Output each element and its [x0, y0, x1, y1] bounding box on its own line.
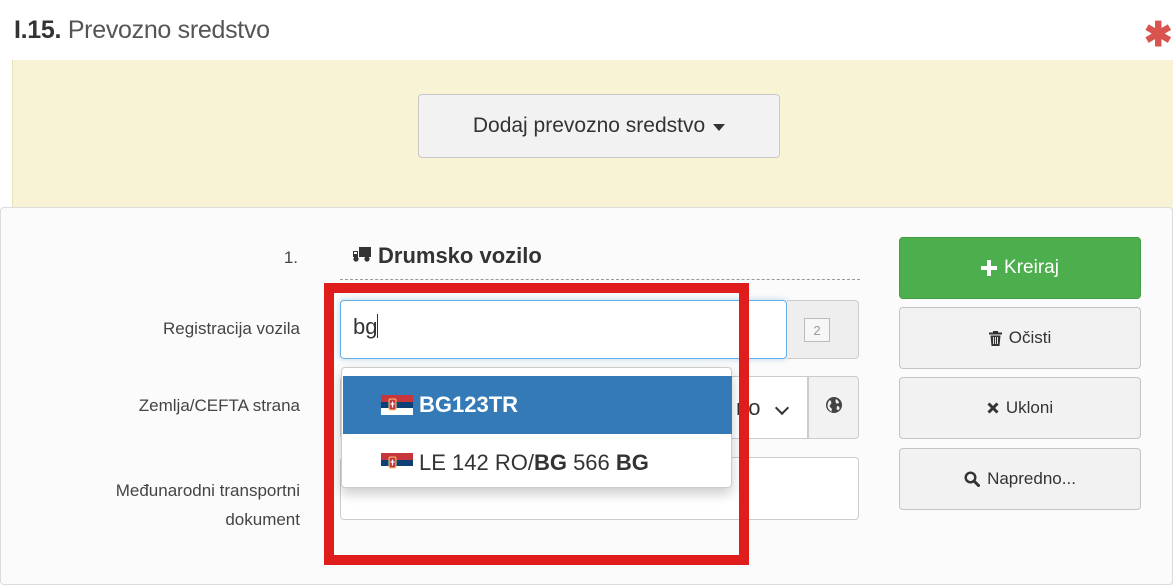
- country-select-value: no: [736, 395, 761, 420]
- entry-index: 1.: [283, 248, 298, 267]
- remove-button[interactable]: Ukloni: [899, 377, 1141, 439]
- suggestion-text-suffix: BG: [615, 450, 649, 475]
- suggestion-text: BG123TR: [419, 392, 519, 417]
- clear-label: Očisti: [1008, 328, 1052, 347]
- intl-document-label: Međunarodni transportni dokument: [40, 476, 300, 534]
- suggestion-item[interactable]: LE 142 RO/BG 566 BG: [343, 434, 732, 492]
- result-count-badge: 2: [804, 318, 830, 342]
- suggestion-text-match: BG: [533, 450, 567, 475]
- plus-icon: [981, 260, 998, 276]
- serbia-flag-icon: [381, 395, 413, 415]
- vehicle-type-label: Drumsko vozilo: [378, 243, 542, 268]
- caret-down-icon: [713, 123, 726, 131]
- close-icon: [987, 402, 999, 414]
- advanced-button[interactable]: Napredno...: [899, 448, 1141, 510]
- truck-icon: [352, 243, 372, 269]
- country-label: Zemlja/CEFTA strana: [138, 396, 300, 415]
- chevron-down-icon: [774, 400, 790, 416]
- clear-button[interactable]: Očisti: [899, 307, 1141, 369]
- create-button[interactable]: Kreiraj: [899, 237, 1141, 299]
- suggestion-text-prefix: LE 142 RO/: [419, 450, 534, 475]
- suggestion-text: LE 142 RO/BG 566 BG: [419, 450, 649, 476]
- required-icon: ✱: [1144, 16, 1173, 54]
- globe-button[interactable]: [808, 376, 859, 439]
- advanced-label: Napredno...: [987, 469, 1076, 488]
- intl-document-label-line1: Međunarodni transportni: [115, 481, 300, 500]
- registration-value: bg: [353, 314, 378, 339]
- serbia-flag-icon: [381, 453, 413, 473]
- section-title-text: Prevozno sredstvo: [67, 16, 270, 44]
- registration-input[interactable]: bg: [340, 300, 787, 359]
- remove-label: Ukloni: [1005, 398, 1054, 417]
- suggestion-text-middle: 566: [566, 450, 616, 475]
- create-label: Kreiraj: [1004, 257, 1059, 278]
- section-header: I.15. Prevozno sredstvo ✱: [0, 0, 1173, 60]
- section-title: I.15. Prevozno sredstvo: [14, 16, 270, 45]
- registration-label: Registracija vozila: [163, 319, 300, 338]
- trash-icon: [988, 330, 1002, 346]
- add-transport-label: Dodaj prevozno sredstvo: [472, 114, 706, 137]
- autocomplete-dropdown: BG123TR LE 142 RO/BG 566 BG: [341, 367, 732, 488]
- heading-divider: [340, 279, 860, 280]
- intl-document-label-line2: dokument: [225, 510, 300, 529]
- registration-addon: 2: [787, 300, 859, 359]
- text-cursor: [377, 314, 379, 338]
- suggestion-item[interactable]: BG123TR: [343, 376, 732, 434]
- add-transport-button[interactable]: Dodaj prevozno sredstvo: [418, 94, 780, 158]
- globe-icon: [825, 396, 843, 419]
- search-icon: [964, 471, 981, 487]
- vehicle-type-heading: Drumsko vozilo: [352, 243, 542, 269]
- section-number: I.15.: [14, 16, 62, 44]
